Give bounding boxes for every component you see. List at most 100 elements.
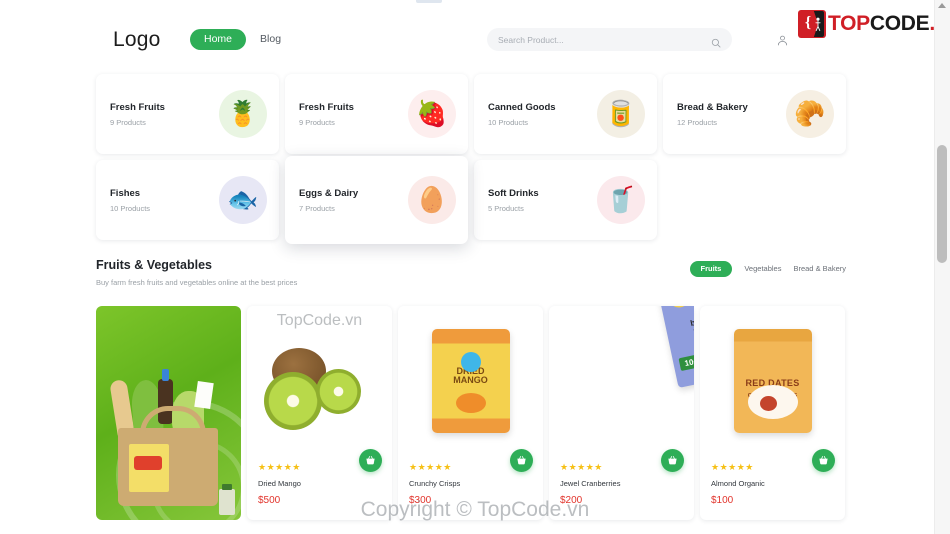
category-thumb-canned-goods-icon: 🥫 [597, 90, 645, 138]
age-badge: 10+ [678, 353, 694, 372]
category-count: 5 Products [488, 203, 524, 213]
product-rating-stars: ★★★★★ [560, 462, 603, 472]
product-name: Almond Organic [711, 479, 765, 488]
promo-banner[interactable] [96, 306, 241, 520]
product-rating-stars: ★★★★★ [711, 462, 754, 472]
category-text: Fresh Fruits 9 Products [110, 102, 165, 127]
category-grid: Fresh Fruits 9 Products 🍍 Fresh Fruits 9… [96, 74, 846, 244]
wordmark-top: TOP [828, 12, 870, 35]
add-to-cart-button-almond-organic[interactable] [812, 449, 835, 472]
nav-item-home[interactable]: Home [190, 29, 247, 50]
dates-pouch-art: RED DATES CRUNCHY CRISPS [733, 329, 812, 433]
product-rating-stars: ★★★★★ [258, 462, 301, 472]
nav-item-blog[interactable]: Blog [260, 33, 281, 45]
add-to-cart-button-jewel-cranberries[interactable] [661, 449, 684, 472]
category-card-fishes[interactable]: Fishes 10 Products 🐟 [96, 160, 279, 240]
category-card-canned-goods[interactable]: Canned Goods 10 Products 🥫 [474, 74, 657, 154]
wordmark-code: CODE [869, 12, 930, 35]
category-thumb-fish-icon: 🐟 [219, 176, 267, 224]
category-card-soft-drinks[interactable]: Soft Drinks 5 Products 🥤 [474, 160, 657, 240]
scroll-up-arrow-icon[interactable] [938, 3, 946, 8]
product-image-kiwi [247, 306, 392, 456]
page-scrollbar[interactable] [934, 0, 950, 534]
category-name: Fishes [110, 187, 141, 199]
filter-tab-bread-bakery[interactable]: Bread & Bakery [793, 264, 846, 273]
category-text: Fishes 10 Products [110, 188, 150, 213]
category-name: Eggs & Dairy [299, 187, 359, 199]
basket-icon [668, 456, 677, 465]
category-name: Bread & Bakery [677, 101, 748, 113]
scrollbar-thumb[interactable] [937, 145, 947, 263]
category-name: Soft Drinks [488, 187, 539, 199]
account-button[interactable] [770, 28, 794, 52]
section-header: Fruits & Vegetables Buy farm fresh fruit… [96, 258, 846, 287]
category-name: Canned Goods [488, 101, 556, 113]
site-logo[interactable]: Logo [113, 28, 161, 52]
product-name: Dried Mango [258, 479, 301, 488]
category-card-eggs-dairy[interactable]: Eggs & Dairy 7 Products 🥚 [285, 156, 468, 244]
product-card-jewel-cranberries[interactable]: bananamuesli 10+ brekkie ★★★★★ Jewel Cra… [549, 306, 694, 520]
page-content: Fresh Fruits 9 Products 🍍 Fresh Fruits 9… [0, 66, 934, 534]
filter-tab-vegetables[interactable]: Vegetables [744, 264, 781, 273]
product-image-dried-mango-pouch: DRIEDMANGO [398, 306, 543, 456]
category-thumb-fresh-fruits-icon: 🍍 [219, 90, 267, 138]
product-row: TopCode.vn ★★★★★ Dried Mango $500 MANGO … [96, 306, 845, 520]
product-meta: ★★★★★ Almond Organic $100 [711, 462, 765, 507]
category-card-fresh-fruits-1[interactable]: Fresh Fruits 9 Products 🍍 [96, 74, 279, 154]
product-rating-stars: ★★★★★ [409, 462, 452, 472]
add-to-cart-button-dried-mango[interactable] [359, 449, 382, 472]
category-card-fresh-fruits-2[interactable]: Fresh Fruits 9 Products 🍓 [285, 74, 468, 154]
topcode-mark-icon: { [798, 10, 826, 38]
snack-pack-art [129, 444, 169, 492]
banana-pouch-art: bananamuesli 10+ brekkie [656, 306, 694, 388]
category-count: 12 Products [677, 117, 718, 127]
category-thumb-bakery-icon: 🥐 [786, 90, 834, 138]
kiwi-half-2 [315, 369, 361, 414]
page-root: Logo Home Blog { [0, 0, 950, 534]
search-icon[interactable] [711, 35, 721, 47]
search-bar[interactable] [487, 28, 732, 51]
product-card-dried-mango[interactable]: TopCode.vn ★★★★★ Dried Mango $500 [247, 306, 392, 520]
basket-icon [366, 456, 375, 465]
product-price: $200 [560, 495, 583, 506]
main-nav: Home Blog [190, 29, 281, 50]
search-input[interactable] [498, 34, 711, 45]
product-meta: ★★★★★ Dried Mango $500 [258, 462, 301, 507]
category-filter-tabs: Fruits Vegetables Bread & Bakery [689, 261, 846, 277]
category-text: Eggs & Dairy 7 Products [299, 188, 358, 213]
site-header: Logo Home Blog [0, 4, 934, 66]
dates-fruit-art [759, 396, 777, 411]
product-meta: ★★★★★ Jewel Cranberries $200 [560, 462, 620, 507]
category-count: 10 Products [488, 117, 529, 127]
category-thumb-eggs-icon: 🥚 [408, 176, 456, 224]
basket-icon [517, 456, 526, 465]
category-thumb-fruits-icon: 🍓 [408, 90, 456, 138]
mango-pouch-art: DRIEDMANGO [431, 329, 510, 433]
category-count: 9 Products [110, 117, 146, 127]
topcode-wordmark: TOPCODE.VN [828, 12, 950, 36]
user-icon [777, 35, 787, 45]
category-count: 7 Products [299, 203, 335, 213]
brace-glyph: { [804, 14, 812, 31]
category-card-bread-bakery[interactable]: Bread & Bakery 12 Products 🥐 [663, 74, 846, 154]
basket-icon [819, 456, 828, 465]
category-count: 10 Products [110, 203, 151, 213]
kiwi-half-1 [263, 372, 322, 430]
filter-tab-fruits[interactable]: Fruits [689, 261, 733, 277]
add-to-cart-button-crunchy-crisps[interactable] [510, 449, 533, 472]
product-card-crunchy-crisps[interactable]: DRIEDMANGO ★★★★★ Crunchy Crisps $300 [398, 306, 543, 520]
category-name: Fresh Fruits [110, 101, 165, 113]
person-icon [815, 17, 821, 32]
product-card-almond-organic[interactable]: RED DATES CRUNCHY CRISPS ★★★★★ Almond Or… [700, 306, 845, 520]
pouch-dot-decoration [460, 352, 481, 372]
category-name: Fresh Fruits [299, 101, 354, 113]
product-image-red-dates: RED DATES CRUNCHY CRISPS [700, 306, 845, 456]
product-image-banana-muesli: bananamuesli 10+ brekkie [549, 306, 694, 456]
product-price: $100 [711, 495, 734, 506]
product-price: $300 [409, 495, 432, 506]
banana-curve-art [668, 306, 694, 312]
category-text: Fresh Fruits 9 Products [299, 102, 354, 127]
jar-art [219, 484, 235, 515]
category-text: Canned Goods 10 Products [488, 102, 556, 127]
section-subtitle: Buy farm fresh fruits and vegetables onl… [96, 278, 298, 287]
